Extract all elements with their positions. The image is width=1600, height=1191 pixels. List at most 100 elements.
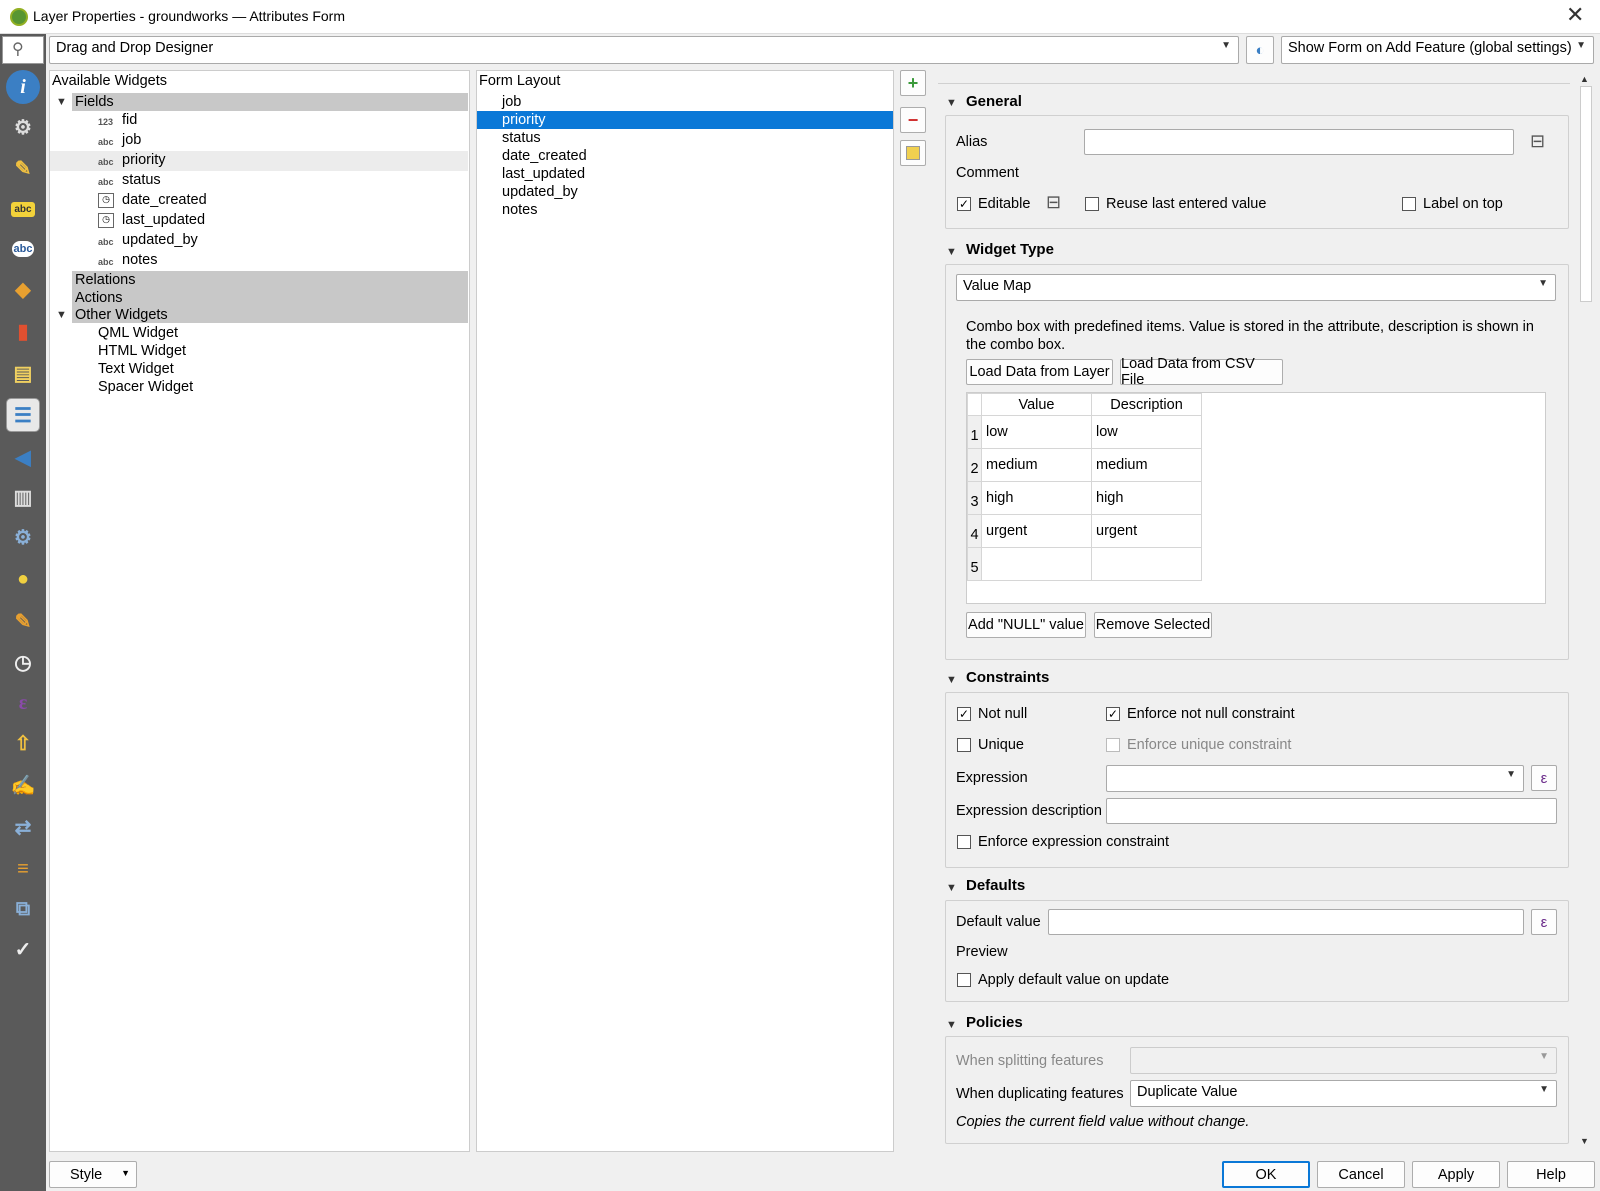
apply-button[interactable]: Apply (1412, 1161, 1500, 1188)
policies-section-title[interactable]: Policies (966, 1014, 1023, 1031)
scroll-up-icon[interactable]: ▲ (1580, 74, 1589, 84)
qgis-server-icon[interactable]: ⧉ (6, 892, 40, 926)
expand-triangle-icon[interactable]: ▼ (56, 309, 67, 321)
widget-type-select[interactable]: Value Map ▼ (956, 274, 1556, 301)
remove-item-button[interactable]: − (900, 107, 926, 133)
description-cell[interactable]: urgent (1091, 514, 1202, 548)
collapse-triangle-icon[interactable]: ▼ (946, 1019, 957, 1031)
load-data-from-layer-button[interactable]: Load Data from Layer (966, 359, 1113, 385)
description-cell[interactable] (1091, 547, 1202, 581)
default-value-input[interactable] (1048, 909, 1524, 935)
apply-on-update-checkbox[interactable] (957, 973, 971, 987)
table-row[interactable]: 4 urgent urgent (967, 514, 1202, 548)
dependencies-icon[interactable]: ⇄ (6, 810, 40, 844)
value-cell[interactable]: medium (981, 448, 1092, 482)
style-button[interactable]: Style ▼ (49, 1161, 137, 1188)
tree-other-widgets-label[interactable]: Other Widgets (75, 306, 168, 324)
field-item[interactable]: priority (122, 151, 166, 169)
field-item[interactable]: status (122, 171, 161, 189)
label-on-top-checkbox[interactable] (1402, 197, 1416, 211)
data-defined-override-icon[interactable]: ⊟ (1530, 131, 1545, 152)
form-layout-item[interactable]: date_created (502, 147, 587, 165)
description-column-header[interactable]: Description (1091, 393, 1202, 416)
form-layout-item-selected[interactable]: priority (502, 111, 546, 129)
form-layout-item[interactable]: job (502, 93, 521, 111)
actions-icon[interactable]: ⚙ (6, 520, 40, 554)
splitting-policy-select[interactable]: ▼ (1130, 1047, 1557, 1074)
form-on-add-select[interactable]: Show Form on Add Feature (global setting… (1281, 36, 1594, 64)
field-item[interactable]: updated_by (122, 231, 198, 249)
collapse-triangle-icon[interactable]: ▼ (946, 674, 957, 686)
variables-icon[interactable]: ε (6, 686, 40, 720)
display-icon[interactable]: ● (6, 562, 40, 596)
source-icon[interactable]: ⚙ (6, 110, 40, 144)
fields-icon[interactable]: ▤ (6, 356, 40, 390)
field-item[interactable]: last_updated (122, 211, 205, 229)
expand-triangle-icon[interactable]: ▼ (56, 96, 67, 108)
table-row[interactable]: 5 (967, 547, 1202, 581)
widget-type-section-title[interactable]: Widget Type (966, 241, 1054, 258)
scroll-down-icon[interactable]: ▼ (1580, 1136, 1589, 1146)
other-widget-item[interactable]: Spacer Widget (98, 378, 193, 396)
table-row[interactable]: 2 medium medium (967, 448, 1202, 482)
remove-selected-button[interactable]: Remove Selected (1094, 612, 1212, 638)
scrollbar-thumb[interactable] (1580, 86, 1592, 302)
defaults-section-title[interactable]: Defaults (966, 877, 1025, 894)
value-cell[interactable] (981, 547, 1092, 581)
value-cell[interactable]: low (981, 415, 1092, 449)
description-cell[interactable]: high (1091, 481, 1202, 515)
editable-checkbox[interactable]: ✓ (957, 197, 971, 211)
form-layout-item[interactable]: updated_by (502, 183, 578, 201)
masks-icon[interactable]: abc (11, 241, 35, 257)
value-column-header[interactable]: Value (981, 393, 1092, 416)
add-container-button[interactable]: + (900, 70, 926, 96)
value-cell[interactable]: high (981, 481, 1092, 515)
tree-relations-label[interactable]: Relations (75, 271, 135, 289)
symbology-icon[interactable]: ✎ (6, 151, 40, 185)
form-layout-item[interactable]: notes (502, 201, 537, 219)
attributes-form-icon[interactable]: ☰ (6, 398, 40, 432)
collapse-triangle-icon[interactable]: ▼ (946, 97, 957, 109)
description-cell[interactable]: medium (1091, 448, 1202, 482)
unique-checkbox[interactable] (957, 738, 971, 752)
field-item[interactable]: job (122, 131, 141, 149)
not-null-checkbox[interactable]: ✓ (957, 707, 971, 721)
alias-input[interactable] (1084, 129, 1514, 155)
rendering-icon[interactable]: ✎ (6, 604, 40, 638)
python-init-button[interactable]: ◐ (1246, 36, 1274, 64)
editor-layout-select[interactable]: Drag and Drop Designer ▼ (49, 36, 1239, 64)
other-widget-item[interactable]: HTML Widget (98, 342, 186, 360)
information-icon[interactable]: i (6, 70, 40, 104)
table-row[interactable]: 3 high high (967, 481, 1202, 515)
temporal-icon[interactable]: ◷ (6, 645, 40, 679)
value-cell[interactable]: urgent (981, 514, 1092, 548)
collapse-triangle-icon[interactable]: ▼ (946, 882, 957, 894)
enforce-unique-checkbox[interactable] (1106, 738, 1120, 752)
digitizing-icon[interactable]: ✓ (6, 932, 40, 966)
invert-selection-button[interactable] (900, 140, 926, 166)
expression-input[interactable]: ▼ (1106, 765, 1524, 792)
general-section-title[interactable]: General (966, 93, 1022, 110)
field-item[interactable]: fid (122, 111, 137, 129)
reuse-value-checkbox[interactable] (1085, 197, 1099, 211)
diagrams-icon[interactable]: ▮ (6, 314, 40, 348)
tree-actions-label[interactable]: Actions (75, 289, 123, 307)
enforce-expression-checkbox[interactable] (957, 835, 971, 849)
add-null-value-button[interactable]: Add "NULL" value (966, 612, 1086, 638)
3d-view-icon[interactable]: ◆ (6, 272, 40, 306)
close-icon[interactable]: ✕ (1566, 2, 1584, 28)
collapse-triangle-icon[interactable]: ▼ (946, 246, 957, 258)
table-row[interactable]: 1 low low (967, 415, 1202, 449)
metadata-icon[interactable]: ✍ (6, 768, 40, 802)
expression-builder-icon[interactable]: ε (1531, 765, 1557, 791)
form-layout-item[interactable]: last_updated (502, 165, 585, 183)
field-item[interactable]: date_created (122, 191, 207, 209)
load-data-from-csv-button[interactable]: Load Data from CSV File (1120, 356, 1283, 388)
other-widget-item[interactable]: Text Widget (98, 360, 174, 378)
field-item[interactable]: notes (122, 251, 157, 269)
expression-builder-icon[interactable]: ε (1531, 909, 1557, 935)
cancel-button[interactable]: Cancel (1317, 1161, 1405, 1188)
help-button[interactable]: Help (1507, 1161, 1595, 1188)
other-widget-item[interactable]: QML Widget (98, 324, 178, 342)
legend-icon[interactable]: ≡ (6, 852, 40, 886)
